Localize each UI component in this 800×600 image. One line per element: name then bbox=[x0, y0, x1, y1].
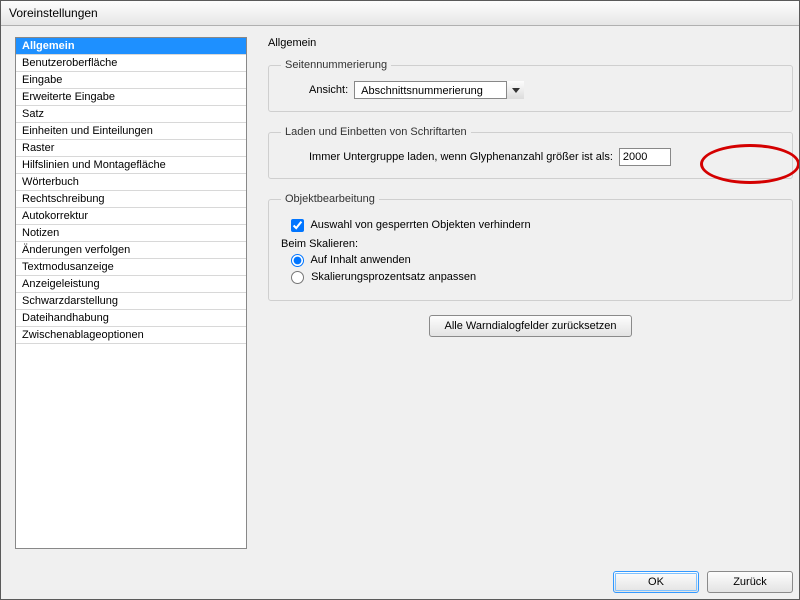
sidebar-item-6[interactable]: Raster bbox=[16, 140, 246, 157]
sidebar-item-1[interactable]: Benutzeroberfläche bbox=[16, 55, 246, 72]
page-title: Allgemein bbox=[268, 37, 793, 49]
checkbox-prevent-locked[interactable]: Auswahl von gesperrten Objekten verhinde… bbox=[291, 219, 531, 231]
window-title: Voreinstellungen bbox=[9, 6, 98, 20]
reset-warnings-button[interactable]: Alle Warndialogfelder zurücksetzen bbox=[429, 315, 631, 337]
sidebar-item-5[interactable]: Einheiten und Einteilungen bbox=[16, 123, 246, 140]
sidebar-item-14[interactable]: Anzeigeleistung bbox=[16, 276, 246, 293]
chevron-down-icon bbox=[506, 81, 524, 99]
sidebar-item-17[interactable]: Zwischenablageoptionen bbox=[16, 327, 246, 344]
preferences-window: Voreinstellungen AllgemeinBenutzeroberfl… bbox=[0, 0, 800, 600]
label-scaling-header: Beim Skalieren: bbox=[281, 238, 780, 250]
row-opt-percent: Skalierungsprozentsatz anpassen bbox=[291, 271, 780, 284]
dialog-footer: OK Zurück bbox=[613, 571, 793, 593]
sidebar-item-9[interactable]: Rechtschreibung bbox=[16, 191, 246, 208]
group-page-numbering: Seitennummerierung Ansicht: Abschnittsnu… bbox=[268, 59, 793, 112]
legend-object-editing: Objektbearbeitung bbox=[281, 193, 379, 205]
radio-apply-content[interactable]: Auf Inhalt anwenden bbox=[291, 254, 411, 266]
ok-button[interactable]: OK bbox=[613, 571, 699, 593]
checkbox-prevent-locked-input[interactable] bbox=[291, 219, 304, 232]
cancel-button[interactable]: Zurück bbox=[707, 571, 793, 593]
radio-adjust-percent-input[interactable] bbox=[291, 271, 304, 284]
sidebar-item-15[interactable]: Schwarzdarstellung bbox=[16, 293, 246, 310]
radio-adjust-percent[interactable]: Skalierungsprozentsatz anpassen bbox=[291, 271, 476, 283]
group-object-editing: Objektbearbeitung Auswahl von gesperrten… bbox=[268, 193, 793, 301]
window-body: AllgemeinBenutzeroberflächeEingabeErweit… bbox=[15, 37, 799, 559]
sidebar-item-16[interactable]: Dateihandhabung bbox=[16, 310, 246, 327]
sidebar-item-11[interactable]: Notizen bbox=[16, 225, 246, 242]
sidebar-item-10[interactable]: Autokorrektur bbox=[16, 208, 246, 225]
sidebar-item-4[interactable]: Satz bbox=[16, 106, 246, 123]
dropdown-view[interactable]: Abschnittsnummerierung bbox=[354, 81, 524, 99]
category-sidebar: AllgemeinBenutzeroberflächeEingabeErweit… bbox=[15, 37, 247, 549]
row-opt-content: Auf Inhalt anwenden bbox=[291, 254, 780, 267]
label-adjust-percent: Skalierungsprozentsatz anpassen bbox=[311, 271, 476, 283]
sidebar-item-13[interactable]: Textmodusanzeige bbox=[16, 259, 246, 276]
sidebar-item-0[interactable]: Allgemein bbox=[16, 38, 246, 55]
label-view: Ansicht: bbox=[309, 84, 348, 96]
legend-page-numbering: Seitennummerierung bbox=[281, 59, 391, 71]
sidebar-item-2[interactable]: Eingabe bbox=[16, 72, 246, 89]
dropdown-view-value: Abschnittsnummerierung bbox=[354, 81, 524, 99]
label-subset: Immer Untergruppe laden, wenn Glyphenanz… bbox=[309, 151, 613, 163]
input-glyph-threshold[interactable] bbox=[619, 148, 671, 166]
sidebar-item-7[interactable]: Hilfslinien und Montagefläche bbox=[16, 157, 246, 174]
label-prevent-locked: Auswahl von gesperrten Objekten verhinde… bbox=[310, 219, 530, 231]
row-subset: Immer Untergruppe laden, wenn Glyphenanz… bbox=[309, 148, 780, 166]
sidebar-item-12[interactable]: Änderungen verfolgen bbox=[16, 242, 246, 259]
row-reset: Alle Warndialogfelder zurücksetzen bbox=[268, 315, 793, 337]
row-prevent-locked: Auswahl von gesperrten Objekten verhinde… bbox=[291, 219, 780, 232]
sidebar-item-8[interactable]: Wörterbuch bbox=[16, 174, 246, 191]
label-apply-content: Auf Inhalt anwenden bbox=[310, 254, 410, 266]
legend-fonts: Laden und Einbetten von Schriftarten bbox=[281, 126, 471, 138]
window-titlebar: Voreinstellungen bbox=[1, 1, 799, 26]
group-fonts: Laden und Einbetten von Schriftarten Imm… bbox=[268, 126, 793, 179]
radio-apply-content-input[interactable] bbox=[291, 254, 304, 267]
sidebar-item-3[interactable]: Erweiterte Eingabe bbox=[16, 89, 246, 106]
row-view: Ansicht: Abschnittsnummerierung bbox=[309, 81, 780, 99]
main-panel: Allgemein Seitennummerierung Ansicht: Ab… bbox=[268, 37, 793, 337]
